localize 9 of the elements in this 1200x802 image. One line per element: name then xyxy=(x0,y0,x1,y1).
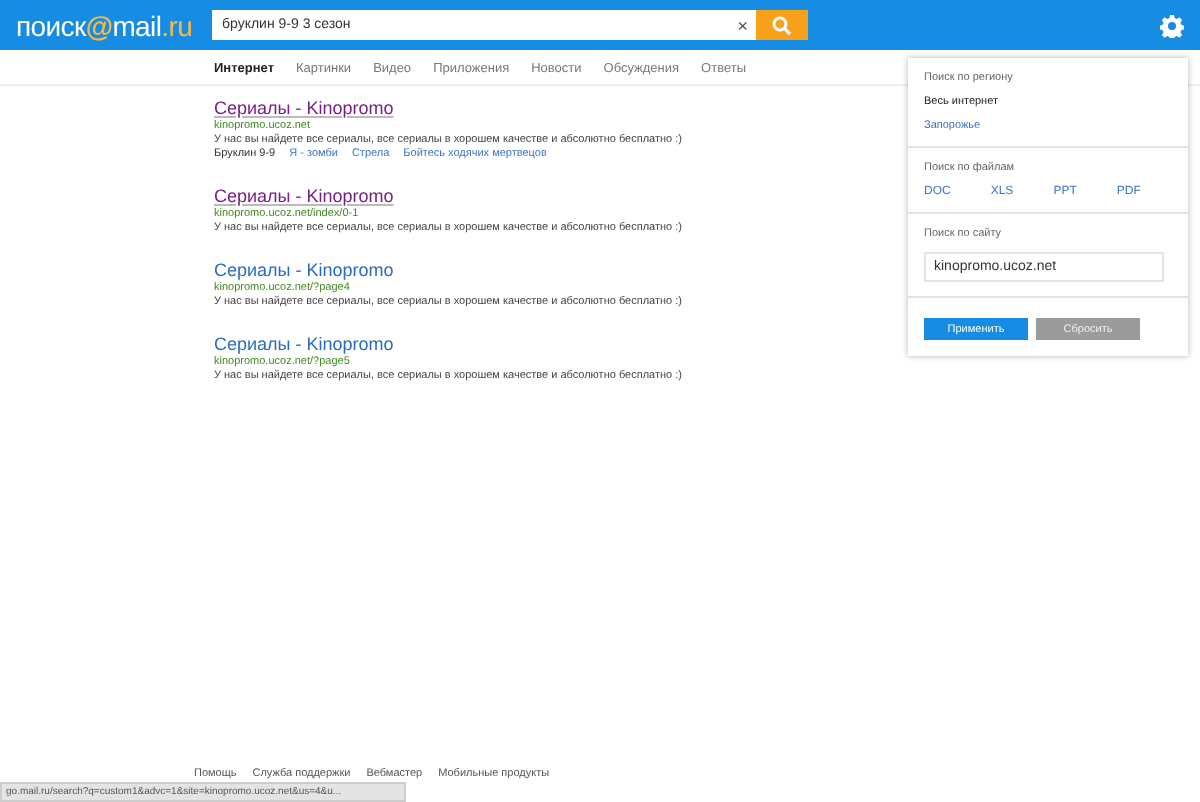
search-icon xyxy=(772,15,792,35)
result-title-link[interactable]: Сериалы - Kinopromo xyxy=(214,98,394,118)
clear-button[interactable]: × xyxy=(729,15,756,35)
result-title-link[interactable]: Сериалы - Kinopromo xyxy=(214,334,394,354)
logo[interactable]: поиск@mail.ru xyxy=(16,9,212,41)
result-title-link[interactable]: Сериалы - Kinopromo xyxy=(214,260,394,280)
search-button[interactable] xyxy=(756,10,808,40)
result-title-link[interactable]: Сериалы - Kinopromo xyxy=(214,186,394,206)
settings-icon[interactable] xyxy=(1160,13,1184,37)
